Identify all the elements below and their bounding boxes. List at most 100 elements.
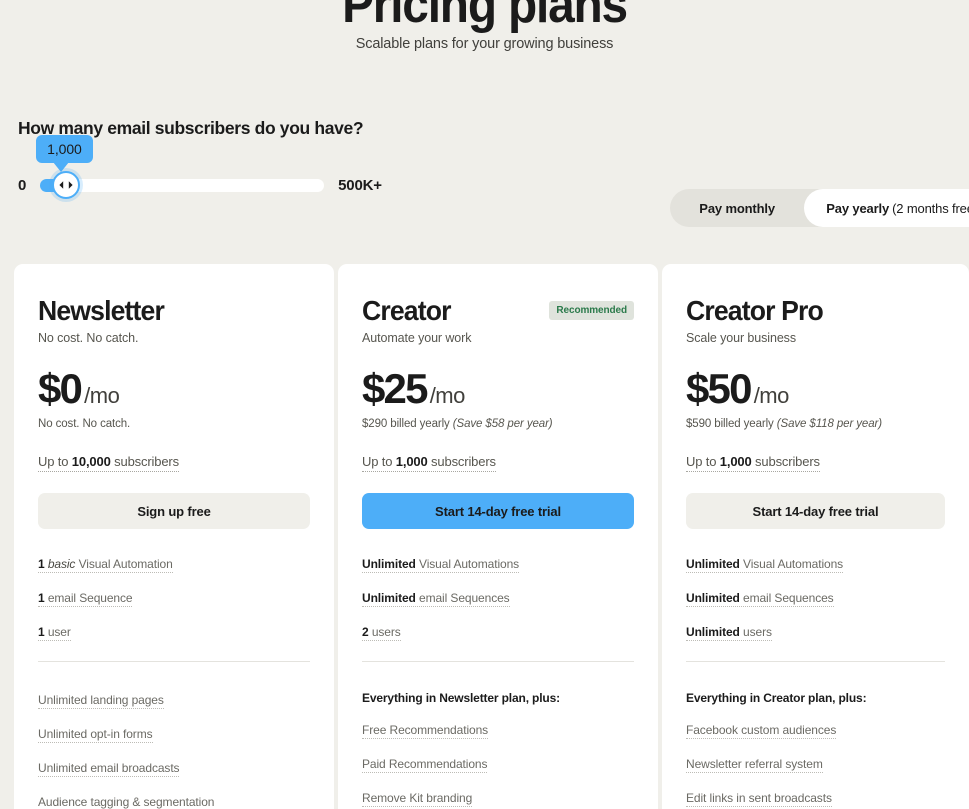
limit-label: user bbox=[47, 625, 71, 640]
extra-text[interactable]: Newsletter referral system bbox=[686, 757, 823, 774]
limit-item: 1 user bbox=[38, 623, 310, 642]
cta-button-newsletter[interactable]: Sign up free bbox=[38, 493, 310, 530]
subscriber-count-value: 1,000 bbox=[395, 454, 428, 470]
price-period: /mo bbox=[753, 383, 790, 409]
limit-text[interactable]: Unlimited Visual Automations bbox=[362, 557, 519, 574]
price-period: /mo bbox=[429, 383, 466, 409]
plan-limits: Unlimited Visual Automations Unlimited e… bbox=[686, 555, 945, 642]
subscriber-count[interactable]: Up to 10,000 subscribers bbox=[38, 454, 179, 473]
subscriber-count-suffix: subscribers bbox=[751, 454, 820, 470]
extra-item: Facebook custom audiences bbox=[686, 721, 945, 740]
price-note-billing: $590 billed yearly bbox=[686, 418, 777, 431]
limit-text[interactable]: Unlimited email Sequences bbox=[686, 591, 834, 608]
limit-text[interactable]: 1 basic Visual Automation bbox=[38, 557, 173, 574]
extra-text[interactable]: Free Recommendations bbox=[362, 723, 488, 740]
limit-text[interactable]: 2 users bbox=[362, 625, 401, 642]
limit-text[interactable]: Unlimited users bbox=[686, 625, 772, 642]
slider-track[interactable] bbox=[40, 178, 325, 192]
toggle-pay-monthly-label: Pay monthly bbox=[699, 200, 775, 216]
limit-label: email Sequence bbox=[47, 591, 133, 606]
limit-value: Unlimited bbox=[362, 591, 416, 606]
limit-text[interactable]: Unlimited Visual Automations bbox=[686, 557, 844, 574]
limit-label: users bbox=[743, 625, 772, 640]
pricing-card-creator-pro: Creator Pro Scale your business $50 /mo … bbox=[662, 264, 969, 809]
price-row: $0 /mo bbox=[38, 368, 310, 410]
card-divider bbox=[362, 661, 634, 663]
limit-text[interactable]: 1 email Sequence bbox=[38, 591, 133, 608]
plan-extras: Everything in Newsletter plan, plus: Fre… bbox=[362, 691, 634, 809]
limit-item: Unlimited users bbox=[686, 623, 945, 642]
plan-tagline: Automate your work bbox=[362, 331, 472, 346]
limit-value: Unlimited bbox=[686, 625, 740, 640]
toggle-pay-yearly-label: Pay yearly bbox=[826, 200, 890, 216]
page-header: Pricing plans Scalable plans for your gr… bbox=[0, 0, 969, 52]
limit-qualifier: basic bbox=[47, 557, 76, 572]
extra-item: Edit links in sent broadcasts bbox=[686, 789, 945, 808]
limit-item: Unlimited Visual Automations bbox=[686, 555, 945, 574]
limit-item: Unlimited Visual Automations bbox=[362, 555, 634, 574]
extras-title: Everything in Newsletter plan, plus: bbox=[362, 691, 560, 706]
extra-text[interactable]: Unlimited landing pages bbox=[38, 693, 164, 710]
extra-text[interactable]: Remove Kit branding bbox=[362, 791, 472, 808]
price-amount: $0 bbox=[38, 365, 83, 413]
slider-track-wrap[interactable]: 1,000 bbox=[36, 135, 325, 199]
limit-label: Visual Automations bbox=[743, 557, 844, 572]
extra-text[interactable]: Edit links in sent broadcasts bbox=[686, 791, 832, 808]
extra-text[interactable]: Audience tagging & segmentation bbox=[38, 795, 214, 809]
slider-min-label: 0 bbox=[18, 176, 27, 194]
subscriber-count-prefix: Up to bbox=[362, 454, 396, 470]
card-head: Creator Recommended bbox=[362, 296, 634, 325]
limit-label: email Sequences bbox=[743, 591, 834, 606]
extra-text[interactable]: Facebook custom audiences bbox=[686, 723, 836, 740]
price-amount: $50 bbox=[686, 365, 752, 413]
slider-max-label: 500K+ bbox=[338, 176, 382, 194]
extra-item: Free Recommendations bbox=[362, 721, 634, 740]
limit-value: Unlimited bbox=[686, 557, 740, 572]
extra-text[interactable]: Paid Recommendations bbox=[362, 757, 488, 774]
cta-button-creator-pro[interactable]: Start 14-day free trial bbox=[686, 493, 945, 530]
billing-toggle[interactable]: Pay monthly Pay yearly (2 months free) bbox=[670, 189, 969, 227]
subscriber-count[interactable]: Up to 1,000 subscribers bbox=[686, 454, 820, 473]
price-note: No cost. No catch. bbox=[38, 418, 310, 430]
page-title: Pricing plans bbox=[342, 0, 628, 34]
limit-text[interactable]: Unlimited email Sequences bbox=[362, 591, 510, 608]
card-divider bbox=[686, 661, 945, 663]
limit-value: Unlimited bbox=[362, 557, 416, 572]
limit-item: Unlimited email Sequences bbox=[362, 589, 634, 608]
limit-item: 1 basic Visual Automation bbox=[38, 555, 310, 574]
extra-item: Audience tagging & segmentation bbox=[38, 793, 310, 809]
plan-name: Creator bbox=[362, 295, 451, 326]
extra-item: Remove Kit branding bbox=[362, 789, 634, 808]
limit-value: Unlimited bbox=[686, 591, 740, 606]
price-row: $25 /mo bbox=[362, 368, 634, 410]
cta-button-creator[interactable]: Start 14-day free trial bbox=[362, 493, 634, 530]
subscriber-count-value: 1,000 bbox=[719, 454, 752, 470]
extra-text[interactable]: Unlimited email broadcasts bbox=[38, 761, 180, 778]
extra-text[interactable]: Unlimited opt-in forms bbox=[38, 727, 153, 744]
limit-text[interactable]: 1 user bbox=[38, 625, 71, 642]
limit-value: 1 bbox=[38, 591, 45, 606]
toggle-pay-monthly[interactable]: Pay monthly bbox=[670, 189, 804, 227]
price-note-savings: (Save $58 per year) bbox=[452, 418, 553, 431]
toggle-pay-yearly-note: (2 months free) bbox=[892, 200, 969, 216]
plan-extras: Unlimited landing pages Unlimited opt-in… bbox=[38, 691, 310, 809]
pricing-card-newsletter: Newsletter No cost. No catch. $0 /mo No … bbox=[14, 264, 334, 809]
price-note-billing: No cost. No catch. bbox=[38, 418, 131, 431]
price-period: /mo bbox=[84, 383, 120, 409]
slider-value-bubble: 1,000 bbox=[36, 135, 93, 172]
extras-title: Everything in Creator plan, plus: bbox=[686, 691, 867, 706]
plan-limits: Unlimited Visual Automations Unlimited e… bbox=[362, 555, 634, 642]
subscriber-count[interactable]: Up to 1,000 subscribers bbox=[362, 454, 496, 473]
slider-handle[interactable] bbox=[52, 171, 81, 199]
extra-item: Paid Recommendations bbox=[362, 755, 634, 774]
toggle-pay-yearly[interactable]: Pay yearly (2 months free) bbox=[804, 189, 969, 227]
pricing-card-creator: Creator Recommended Automate your work $… bbox=[338, 264, 658, 809]
limit-label: users bbox=[371, 625, 401, 640]
subscriber-count-prefix: Up to bbox=[38, 454, 72, 470]
limit-value: 1 bbox=[38, 625, 45, 640]
extra-item: Newsletter referral system bbox=[686, 755, 945, 774]
price-row: $50 /mo bbox=[686, 368, 945, 410]
card-head: Creator Pro bbox=[686, 296, 945, 326]
price-amount: $25 bbox=[362, 365, 428, 413]
plan-limits: 1 basic Visual Automation 1 email Sequen… bbox=[38, 555, 310, 642]
